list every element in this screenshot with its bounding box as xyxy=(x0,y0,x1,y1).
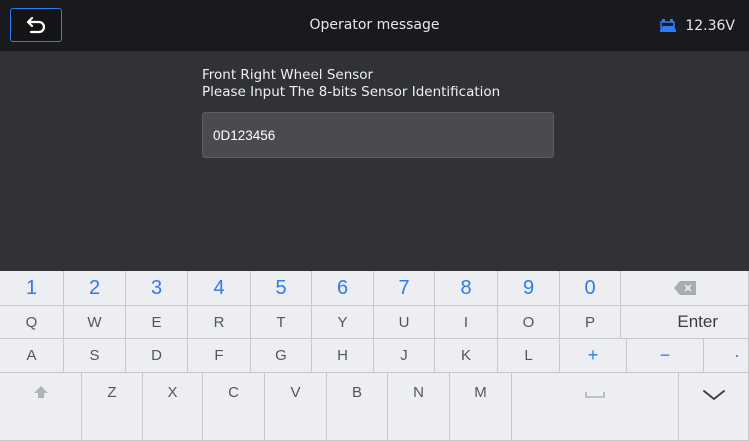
key-g[interactable]: G xyxy=(251,339,312,373)
key-e[interactable]: E xyxy=(126,306,188,339)
backspace-key[interactable] xyxy=(621,271,749,306)
key-m[interactable]: M xyxy=(450,373,512,441)
key-i[interactable]: I xyxy=(435,306,498,339)
key-2[interactable]: 2 xyxy=(64,271,126,306)
key-7[interactable]: 7 xyxy=(374,271,435,306)
shift-icon xyxy=(33,386,48,398)
key-o[interactable]: O xyxy=(498,306,560,339)
key-3[interactable]: 3 xyxy=(126,271,188,306)
top-bar: Operator message 12.36V xyxy=(0,0,749,51)
key-k[interactable]: K xyxy=(435,339,498,373)
hide-keyboard-key[interactable] xyxy=(679,373,749,441)
key-f[interactable]: F xyxy=(188,339,251,373)
enter-key[interactable]: Enter xyxy=(621,306,749,339)
key-0[interactable]: 0 xyxy=(560,271,621,306)
key-x[interactable]: X xyxy=(143,373,203,441)
backspace-icon xyxy=(673,281,696,295)
message-line-2: Please Input The 8-bits Sensor Identific… xyxy=(202,84,501,100)
operator-message-panel: Front Right Wheel Sensor Please Input Th… xyxy=(0,51,749,271)
space-icon xyxy=(585,392,605,398)
key-z[interactable]: Z xyxy=(82,373,143,441)
sensor-id-input[interactable]: 0D123456 xyxy=(202,112,554,158)
key-plus[interactable]: + xyxy=(560,339,627,373)
key-v[interactable]: V xyxy=(265,373,327,441)
car-battery-icon xyxy=(660,18,677,32)
key-h[interactable]: H xyxy=(312,339,374,373)
key-d[interactable]: D xyxy=(126,339,188,373)
key-l[interactable]: L xyxy=(498,339,560,373)
key-9[interactable]: 9 xyxy=(498,271,560,306)
key-a[interactable]: A xyxy=(0,339,64,373)
key-c[interactable]: C xyxy=(203,373,265,441)
back-arrow-icon xyxy=(26,16,46,34)
key-j[interactable]: J xyxy=(374,339,435,373)
key-r[interactable]: R xyxy=(188,306,251,339)
key-y[interactable]: Y xyxy=(312,306,374,339)
page-title: Operator message xyxy=(309,17,440,33)
key-p[interactable]: P xyxy=(560,306,621,339)
key-5[interactable]: 5 xyxy=(251,271,312,306)
back-button[interactable] xyxy=(10,8,62,42)
key-u[interactable]: U xyxy=(374,306,435,339)
shift-key[interactable] xyxy=(0,373,82,441)
key-6[interactable]: 6 xyxy=(312,271,374,306)
key-dot[interactable]: · xyxy=(704,339,749,373)
hide-keyboard-icon xyxy=(702,390,725,400)
message-line-1: Front Right Wheel Sensor xyxy=(202,67,374,83)
key-8[interactable]: 8 xyxy=(435,271,498,306)
key-b[interactable]: B xyxy=(327,373,388,441)
battery-voltage: 12.36V xyxy=(685,17,735,34)
key-s[interactable]: S xyxy=(64,339,126,373)
battery-status: 12.36V xyxy=(659,0,735,51)
key-minus[interactable]: − xyxy=(627,339,704,373)
message-text: Front Right Wheel Sensor Please Input Th… xyxy=(202,67,500,101)
key-w[interactable]: W xyxy=(64,306,126,339)
key-t[interactable]: T xyxy=(251,306,312,339)
key-4[interactable]: 4 xyxy=(188,271,251,306)
virtual-keyboard: 1 2 3 4 5 6 7 8 9 0 Q W E R T Y U I O P … xyxy=(0,271,749,441)
key-n[interactable]: N xyxy=(388,373,450,441)
space-key[interactable] xyxy=(512,373,679,441)
key-1[interactable]: 1 xyxy=(0,271,64,306)
key-q[interactable]: Q xyxy=(0,306,64,339)
